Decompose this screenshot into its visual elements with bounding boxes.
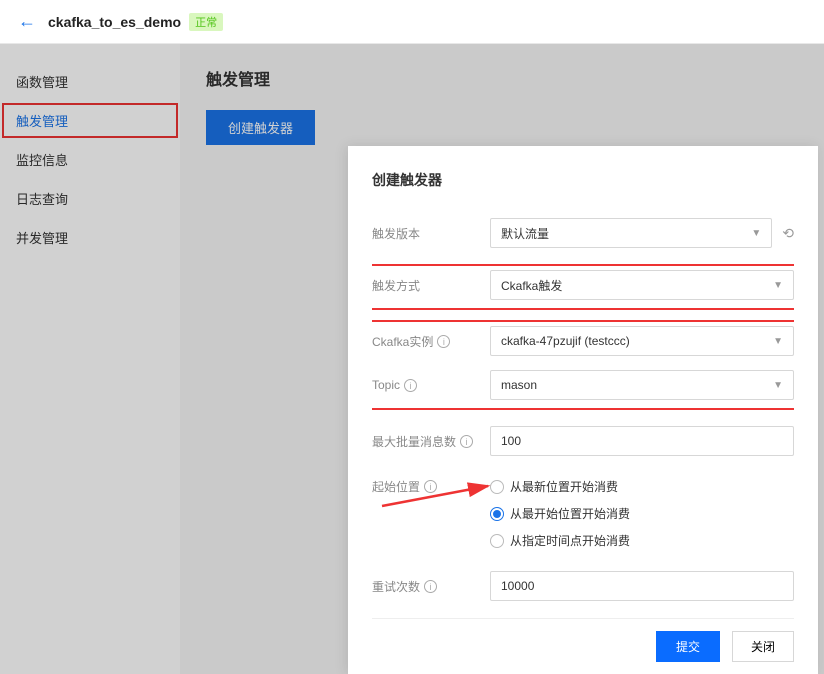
page-header: ← ckafka_to_es_demo 正常 (0, 0, 824, 44)
radio-label: 从最开始位置开始消费 (510, 505, 630, 522)
info-icon[interactable]: i (424, 580, 437, 593)
row-max-batch: 最大批量消息数 i (372, 426, 794, 456)
row-start-position: 起始位置 i 从最新位置开始消费 从最开始位置开始消费 从指定时间点开始消费 (372, 478, 794, 549)
label-max-batch: 最大批量消息数 i (372, 433, 490, 450)
chevron-down-icon: ▼ (751, 228, 761, 239)
select-value: 默认流量 (501, 225, 549, 242)
chevron-down-icon: ▼ (773, 336, 783, 347)
info-icon[interactable]: i (404, 379, 417, 392)
row-topic: Topic i mason ▼ (372, 370, 794, 400)
label-trigger-method: 触发方式 (372, 277, 490, 294)
radio-label: 从最新位置开始消费 (510, 478, 618, 495)
close-button[interactable]: 关闭 (732, 631, 794, 662)
input-retry-count[interactable] (490, 571, 794, 601)
label-topic: Topic i (372, 378, 490, 392)
select-value: mason (501, 378, 537, 392)
select-trigger-method[interactable]: Ckafka触发 ▼ (490, 270, 794, 300)
status-badge: 正常 (189, 13, 223, 31)
select-ckafka-instance[interactable]: ckafka-47pzujif (testccc) ▼ (490, 326, 794, 356)
row-trigger-method: 触发方式 Ckafka触发 ▼ (372, 270, 794, 300)
function-name: ckafka_to_es_demo (48, 14, 181, 30)
highlight-box-method: 触发方式 Ckafka触发 ▼ (372, 264, 794, 310)
info-icon[interactable]: i (460, 435, 473, 448)
select-value: Ckafka触发 (501, 277, 562, 294)
label-ckafka-instance: Ckafka实例 i (372, 333, 490, 350)
input-max-batch[interactable] (490, 426, 794, 456)
radio-start-timestamp[interactable]: 从指定时间点开始消费 (490, 532, 794, 549)
info-icon[interactable]: i (424, 480, 437, 493)
row-ckafka-instance: Ckafka实例 i ckafka-47pzujif (testccc) ▼ (372, 326, 794, 356)
chevron-down-icon: ▼ (773, 380, 783, 391)
radio-label: 从指定时间点开始消费 (510, 532, 630, 549)
select-topic[interactable]: mason ▼ (490, 370, 794, 400)
label-retry-count: 重试次数 i (372, 578, 490, 595)
refresh-icon[interactable]: ⟲ (782, 225, 794, 242)
submit-button[interactable]: 提交 (656, 631, 720, 662)
row-trigger-version: 触发版本 默认流量 ▼ ⟲ (372, 218, 794, 248)
label-start-position: 起始位置 i (372, 478, 490, 495)
select-trigger-version[interactable]: 默认流量 ▼ (490, 218, 772, 248)
highlight-box-instance-topic: Ckafka实例 i ckafka-47pzujif (testccc) ▼ T… (372, 320, 794, 410)
info-icon[interactable]: i (437, 335, 450, 348)
radio-start-earliest[interactable]: 从最开始位置开始消费 (490, 505, 794, 522)
row-retry-count: 重试次数 i (372, 571, 794, 601)
radio-circle-icon (490, 480, 504, 494)
back-arrow-icon[interactable]: ← (18, 11, 36, 32)
modal-title: 创建触发器 (372, 170, 794, 190)
create-trigger-modal: 创建触发器 触发版本 默认流量 ▼ ⟲ 触发方式 Ckafka触发 ▼ (348, 146, 818, 674)
radio-circle-icon (490, 534, 504, 548)
select-value: ckafka-47pzujif (testccc) (501, 334, 630, 348)
label-trigger-version: 触发版本 (372, 225, 490, 242)
radio-circle-icon (490, 507, 504, 521)
modal-footer: 提交 关闭 (372, 618, 794, 674)
chevron-down-icon: ▼ (773, 280, 783, 291)
radio-start-latest[interactable]: 从最新位置开始消费 (490, 478, 794, 495)
